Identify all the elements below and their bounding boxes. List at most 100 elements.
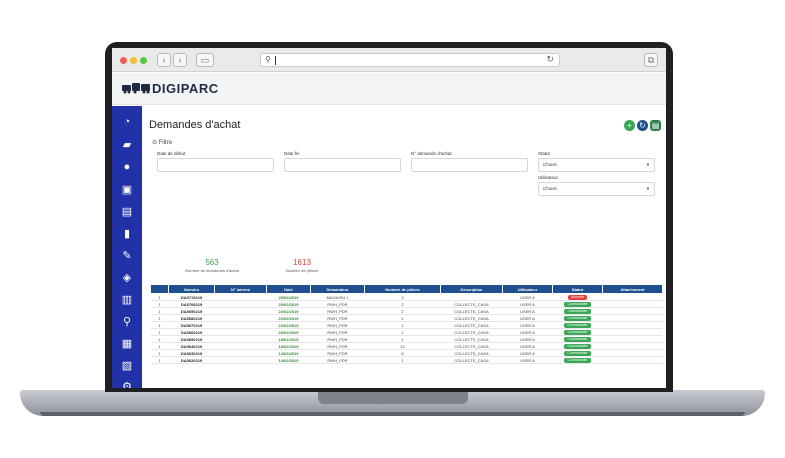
chevron-down-icon: ▼: [646, 186, 650, 191]
col-description[interactable]: Description: [440, 284, 503, 294]
dashboard-icon[interactable]: ◔: [121, 116, 133, 128]
table-row[interactable]: 1 DA5620219 14/02/2019 RWH_PDR 1 COLLECTE_CAS…: [150, 356, 663, 364]
table-row[interactable]: 1 DA5640219 18/02/2019 RWH_PDR 12 COLLECTE_CA…: [150, 342, 663, 350]
col-utilisateur[interactable]: Utilisateur: [502, 284, 553, 294]
cell-description: COLLECTE_CASA: [440, 321, 503, 329]
col-interne[interactable]: N° interne: [214, 284, 267, 294]
collapse-circle-icon: ⊝: [152, 140, 158, 146]
pieces-count: 1613: [293, 258, 311, 267]
cell-statut: Commandée: [552, 356, 603, 364]
cell-idx: 1: [150, 335, 169, 343]
table-row[interactable]: 1 DA5660219 20/02/2019 RWH_PDR 1 COLLECTE_CAS…: [150, 328, 663, 336]
cell-utilisateur: USER A: [502, 349, 553, 357]
user-icon[interactable]: ●: [121, 161, 133, 173]
settings-icon[interactable]: ⚙: [121, 381, 133, 388]
col-date[interactable]: Date: [266, 284, 311, 294]
cell-pieces: 1: [364, 328, 441, 336]
demandes-label: Nombre de demandes d'achat: [185, 268, 239, 273]
cell-utilisateur: USER A: [502, 335, 553, 343]
num-demande-input[interactable]: [411, 158, 528, 172]
cell-pieces: 2: [364, 300, 441, 308]
maximize-window-dot[interactable]: [140, 57, 147, 64]
wrench-icon[interactable]: ✎: [121, 250, 133, 262]
cell-demandeur: RWH_PDR: [310, 321, 365, 329]
status-badge: Commandée: [564, 323, 591, 328]
cell-description: COLLECTE_CASA: [440, 356, 503, 364]
table-row[interactable]: 1 DA5670219 22/02/2019 RWH_PDR 1 COLLECTE_CAS…: [150, 321, 663, 329]
table-row[interactable]: 1 DA5630219 14/02/2019 RWH_PDR 6 COLLECTE_CAS…: [150, 349, 663, 357]
car-icon[interactable]: ▰: [121, 139, 133, 151]
minimize-window-dot[interactable]: [130, 57, 137, 64]
sidebar-toggle-button[interactable]: ▭: [196, 53, 214, 67]
document-icon[interactable]: ▤: [121, 206, 133, 218]
cell-interne: [214, 335, 267, 343]
cell-date: 18/02/2019: [266, 342, 311, 350]
status-badge: Commandée: [564, 316, 591, 321]
statut-select[interactable]: Choisir ▼: [538, 158, 655, 172]
cell-description: COLLECTE_CASA: [440, 342, 503, 350]
cell-numero: DA5640219: [168, 342, 215, 350]
table-row[interactable]: 1 DA5650219 18/02/2019 RWH_PDR 1 COLLECTE_CAS…: [150, 335, 663, 343]
filter-toggle-label: Filtre: [158, 140, 173, 146]
col-demandeur[interactable]: Demandeur: [310, 284, 365, 294]
fuel-icon[interactable]: ▮: [121, 228, 133, 240]
close-window-dot[interactable]: [120, 57, 127, 64]
cell-interne: [214, 328, 267, 336]
cell-interne: [214, 356, 267, 364]
cell-numero: DA5680219: [168, 314, 215, 322]
cell-idx: 1: [150, 314, 169, 322]
cell-idx: 1: [150, 307, 169, 315]
location-pin-icon[interactable]: ⚲: [121, 316, 133, 328]
refresh-button[interactable]: ↻: [637, 120, 648, 131]
cell-description: COLLECTE_CASA: [440, 349, 503, 357]
cell-numero: DA5620219: [168, 356, 215, 364]
report-icon[interactable]: ▧: [121, 360, 133, 372]
building-icon[interactable]: ▥: [121, 294, 133, 306]
bus-icon[interactable]: ▣: [121, 184, 133, 196]
url-bar[interactable]: ⚲ ↻: [260, 53, 560, 67]
col-attachement[interactable]: Attachement: [602, 284, 663, 294]
cell-idx: 1: [150, 328, 169, 336]
cell-pieces: 6: [364, 349, 441, 357]
cell-utilisateur: USER A: [502, 307, 553, 315]
screen: ‹ › ▭ ⚲ ↻ ⧉ DIGIPARC ◔ ▰ ● ▣ ▤ ▮ ✎ ◈ ▥ ⚲: [112, 48, 666, 388]
add-button[interactable]: +: [624, 120, 635, 131]
cell-description: COLLECTE_CASA: [440, 314, 503, 322]
cell-utilisateur: USER A: [502, 293, 553, 301]
cell-statut: Commandée: [552, 349, 603, 357]
utilisateur-select[interactable]: Choisir ▼: [538, 182, 655, 196]
layers-icon[interactable]: ◈: [121, 272, 133, 284]
date-debut-input[interactable]: [157, 158, 274, 172]
cell-statut: Annulée: [552, 293, 603, 301]
table-row[interactable]: 1 DA5680219 22/02/2019 RWH_PDR 1 COLLECTE_CAS…: [150, 314, 663, 322]
forward-button[interactable]: ›: [173, 53, 187, 67]
table-row[interactable]: 1 DA5708219 25/02/2019 RWH_PDR 2 COLLECTE_CAS…: [150, 300, 663, 308]
tabs-button[interactable]: ⧉: [644, 53, 658, 67]
col-numero[interactable]: Numéro: [168, 284, 215, 294]
table-row[interactable]: 1 DA5719219 25/02/2019 MAGASIN 1 3 USER A Annu…: [150, 293, 663, 301]
table-row[interactable]: 1 DA5690219 22/02/2019 RWH_PDR 2 COLLECTE_CAS…: [150, 307, 663, 315]
cell-demandeur: RWH_PDR: [310, 300, 365, 308]
cell-description: COLLECTE_CASA: [440, 335, 503, 343]
col-index[interactable]: [150, 284, 169, 294]
num-demande-label: N° demande d'achat: [411, 151, 452, 156]
page-title: Demandes d'achat: [149, 119, 241, 131]
utilisateur-select-value: Choisir: [543, 186, 558, 191]
col-statut[interactable]: Statut: [552, 284, 603, 294]
cell-idx: 1: [150, 321, 169, 329]
cell-attachement: [602, 293, 663, 301]
filter-toggle[interactable]: ⊝ Filtre: [152, 139, 172, 146]
date-fin-input[interactable]: [284, 158, 401, 172]
cell-utilisateur: USER A: [502, 356, 553, 364]
cell-statut: Commandée: [552, 342, 603, 350]
truck-icon[interactable]: ▦: [121, 338, 133, 350]
status-badge: Commandée: [564, 358, 591, 363]
back-button[interactable]: ‹: [157, 53, 171, 67]
cell-idx: 1: [150, 349, 169, 357]
export-excel-button[interactable]: ▤: [650, 120, 661, 131]
cell-date: 22/02/2019: [266, 321, 311, 329]
status-badge: Commandée: [564, 309, 591, 314]
col-pieces[interactable]: Nombre de pièces: [364, 284, 441, 294]
reload-icon[interactable]: ↻: [546, 54, 554, 65]
status-badge: Annulée: [568, 295, 587, 300]
